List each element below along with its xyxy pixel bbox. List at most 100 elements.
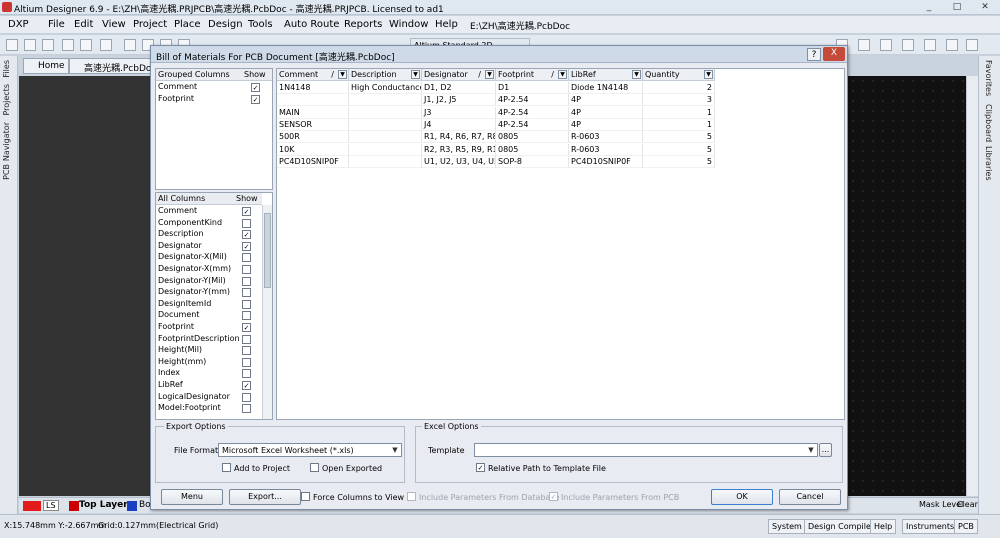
grid-cell[interactable]: U1, U2, U3, U4, U5 — [422, 155, 496, 168]
grid-cell[interactable]: J1, J2, J5 — [422, 94, 496, 107]
layer-icon[interactable] — [100, 39, 112, 51]
all-show-checkbox[interactable]: ✓ — [242, 381, 251, 390]
all-show-checkbox[interactable] — [242, 218, 251, 228]
file-format-select[interactable]: Microsoft Excel Worksheet (*.xls) ▼ — [218, 443, 402, 457]
all-show-checkbox[interactable] — [242, 288, 251, 298]
status-system-button[interactable]: System — [768, 519, 806, 534]
grid-cell[interactable]: 3 — [643, 94, 715, 107]
all-show-checkbox[interactable] — [242, 346, 251, 356]
pcb-canvas-left[interactable] — [19, 76, 151, 496]
grid-cell[interactable]: D1, D2 — [422, 82, 496, 94]
grid-cell[interactable] — [349, 143, 422, 156]
dialog-close-icon[interactable]: X — [823, 47, 845, 61]
grid-cell[interactable]: 5 — [643, 155, 715, 168]
grid-cell[interactable]: 5 — [643, 143, 715, 156]
save-icon[interactable] — [42, 39, 54, 51]
grid-column-header[interactable]: Comment / ▼ — [277, 69, 349, 81]
clear-button[interactable]: Clear — [957, 500, 978, 509]
column-filter-dropdown-icon[interactable]: ▼ — [632, 70, 641, 79]
grid-cell[interactable]: 4P — [569, 106, 643, 119]
layer-top[interactable]: Top Layer — [79, 500, 128, 510]
all-columns-scrollbar[interactable] — [262, 205, 272, 419]
grid-cell[interactable]: R2, R3, R5, R9, R10 — [422, 143, 496, 156]
force-columns-checkbox[interactable] — [301, 492, 310, 501]
grid-cell[interactable] — [349, 118, 422, 131]
status-design-compiler-button[interactable]: Design Compiler — [804, 519, 879, 534]
grid-cell[interactable]: MAIN — [277, 106, 349, 119]
all-column-item[interactable]: Document — [156, 310, 234, 322]
layer-bottom[interactable]: Bo — [139, 500, 151, 510]
menu-button[interactable]: Menu — [161, 489, 223, 505]
all-column-item[interactable]: Description — [156, 229, 234, 241]
export-button[interactable]: Export... — [229, 489, 301, 505]
component-icon[interactable] — [902, 39, 914, 51]
pcbdoc-tab[interactable]: 高速光耦.PcbDoc — [69, 58, 161, 74]
maximize-icon[interactable]: □ — [944, 1, 970, 13]
tab-libraries[interactable]: Libraries — [984, 146, 993, 181]
grid-column-header[interactable]: Description ▼ — [349, 69, 422, 81]
tab-projects[interactable]: Projects — [2, 84, 11, 116]
all-show-checkbox[interactable] — [242, 311, 251, 321]
grid-cell[interactable]: J4 — [422, 118, 496, 131]
grid-cell[interactable]: 2 — [643, 82, 715, 94]
grouped-show-checkbox[interactable]: ✓ — [251, 94, 260, 104]
minimize-icon[interactable]: _ — [916, 1, 942, 13]
all-column-item[interactable]: Designator-Y(Mil) — [156, 276, 234, 288]
all-column-item[interactable]: Designator-X(Mil) — [156, 252, 234, 264]
all-show-checkbox[interactable] — [242, 276, 251, 286]
all-show-checkbox[interactable] — [242, 392, 251, 402]
pad-icon[interactable] — [946, 39, 958, 51]
grid-cell[interactable]: 1 — [643, 106, 715, 119]
include-pcb-checkbox[interactable]: ✓ — [549, 492, 558, 501]
grid-cell[interactable]: 1 — [643, 118, 715, 131]
grid-column-header[interactable]: LibRef ▼ — [569, 69, 643, 81]
all-column-item[interactable]: ComponentKind — [156, 218, 234, 230]
column-filter-dropdown-icon[interactable]: ▼ — [558, 70, 567, 79]
canvas-scrollbar[interactable] — [966, 76, 978, 496]
menu-help[interactable]: Help — [435, 19, 458, 30]
grid-cell[interactable]: J3 — [422, 106, 496, 119]
add-to-project-checkbox[interactable] — [222, 463, 231, 472]
grid-cell[interactable]: SOP-8 — [496, 155, 569, 168]
grid-column-header[interactable]: Quantity ▼ — [643, 69, 715, 81]
open-icon[interactable] — [24, 39, 36, 51]
include-db-checkbox[interactable] — [407, 492, 416, 501]
close-icon[interactable]: ✕ — [972, 1, 998, 13]
grid-cell[interactable]: PC4D10SNIP0F — [277, 155, 349, 168]
via-icon[interactable] — [966, 39, 978, 51]
grid-cell[interactable]: 5 — [643, 131, 715, 144]
all-show-checkbox[interactable]: ✓ — [242, 230, 251, 240]
all-column-item[interactable]: Comment — [156, 206, 234, 218]
menu-tools[interactable]: Tools — [248, 19, 273, 30]
all-show-checkbox[interactable] — [242, 299, 251, 309]
grid-cell[interactable]: 0805 — [496, 143, 569, 156]
all-show-checkbox[interactable]: ✓ — [242, 323, 251, 332]
grid-cell[interactable]: 4P — [569, 94, 643, 107]
all-show-checkbox[interactable] — [242, 334, 251, 344]
grid-cell[interactable]: 4P-2.54 — [496, 94, 569, 107]
grouped-show-checkbox[interactable]: ✓ — [251, 83, 260, 92]
help-icon[interactable]: ? — [807, 48, 821, 61]
grouped-column-item[interactable]: Footprint — [156, 94, 242, 106]
all-column-item[interactable]: Index — [156, 368, 234, 380]
cancel-button[interactable]: Cancel — [779, 489, 841, 505]
all-column-item[interactable]: LogicalDesignator — [156, 392, 234, 404]
all-column-item[interactable]: Designator-Y(mm) — [156, 287, 234, 299]
grid-column-header[interactable]: Designator / ▼ — [422, 69, 496, 81]
grid-cell[interactable]: 4P-2.54 — [496, 106, 569, 119]
grid-cell[interactable]: R-0603 — [569, 131, 643, 144]
all-column-item[interactable]: Model:Footprint — [156, 403, 234, 415]
all-column-item[interactable]: DesignItemId — [156, 299, 234, 311]
all-column-item[interactable]: Designator — [156, 241, 234, 253]
grid-cell[interactable]: High Conductance F — [349, 82, 422, 94]
grid-cell[interactable]: 4P-2.54 — [496, 118, 569, 131]
status-pcb-button[interactable]: PCB — [954, 519, 978, 534]
align-icon[interactable] — [858, 39, 870, 51]
grid-cell[interactable]: SENSOR — [277, 118, 349, 131]
status-help-button[interactable]: Help — [870, 519, 897, 534]
grid-cell[interactable] — [277, 94, 349, 107]
all-column-item[interactable]: FootprintDescription — [156, 334, 240, 346]
grid-cell[interactable]: 10K — [277, 143, 349, 156]
grid-cell[interactable]: Diode 1N4148 — [569, 82, 643, 94]
grid-cell[interactable] — [349, 94, 422, 107]
